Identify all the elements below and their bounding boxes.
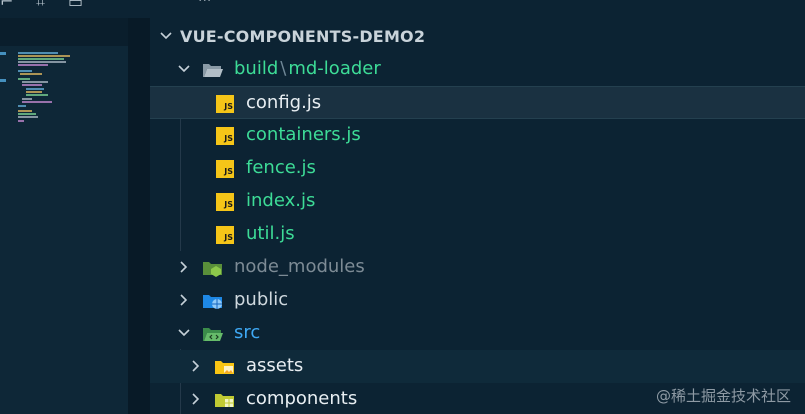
- minimap-code-line: [26, 88, 44, 90]
- toolbar-overflow-label: ···: [198, 0, 212, 9]
- minimap-code-line: [18, 110, 32, 112]
- tree-file-index-js[interactable]: JS index.js: [150, 185, 805, 218]
- folder-open-icon: [202, 60, 223, 80]
- file-label: fence.js: [246, 157, 316, 178]
- js-file-icon: JS: [216, 160, 234, 178]
- minimap-code-line: [18, 105, 26, 107]
- minimap-code-line: [18, 55, 70, 57]
- src-folder-icon: [202, 324, 223, 344]
- path-separator: \: [280, 58, 287, 79]
- chevron-down-icon[interactable]: [158, 28, 174, 44]
- minimap-gutter: [128, 18, 150, 414]
- panel-icon[interactable]: ▭: [68, 0, 83, 10]
- minimap-code-line: [22, 84, 42, 86]
- minimap-slider[interactable]: [0, 46, 128, 414]
- minimap-code-line: [18, 58, 64, 60]
- tree-file-util-js[interactable]: JS util.js: [150, 218, 805, 251]
- folder-label: node_modules: [234, 256, 365, 277]
- watermark: @稀土掘金技术社区: [655, 387, 791, 405]
- folder-label-md-loader: md-loader: [288, 58, 381, 79]
- tree-folder-node-modules[interactable]: node_modules: [150, 251, 805, 284]
- minimap-code-line: [18, 120, 24, 122]
- tree-file-containers-js[interactable]: JS containers.js: [150, 119, 805, 152]
- tree-label: build \ md-loader: [234, 58, 381, 80]
- minimap-marker: [0, 79, 6, 82]
- assets-folder-icon: [214, 357, 234, 377]
- minimap-code-line: [18, 78, 30, 80]
- minimap-code-line: [18, 61, 66, 63]
- chevron-down-icon[interactable]: [176, 325, 192, 341]
- title-toolbar: ⌐ ⌗ ▭ ···: [0, 0, 805, 18]
- chevron-right-icon[interactable]: [188, 391, 204, 407]
- folder-label: public: [234, 289, 289, 310]
- minimap-code-line: [18, 113, 36, 115]
- minimap-code-line: [20, 73, 42, 75]
- tree-file-fence-js[interactable]: JS fence.js: [150, 152, 805, 185]
- tree-folder-public[interactable]: public: [150, 284, 805, 317]
- file-label: config.js: [246, 92, 322, 113]
- minimap-code-line: [26, 91, 42, 93]
- folder-label: assets: [246, 355, 304, 376]
- node-folder-icon: [202, 258, 222, 278]
- tree-file-config-js[interactable]: JS config.js: [150, 86, 805, 119]
- minimap-code-line: [22, 81, 48, 83]
- minimap-code-line: [18, 64, 48, 66]
- minimap-code-line: [18, 70, 32, 72]
- js-file-icon: JS: [216, 127, 234, 145]
- js-file-icon: JS: [216, 193, 234, 211]
- components-folder-icon: [214, 390, 234, 410]
- chevron-right-icon[interactable]: [176, 259, 192, 275]
- tree-folder-assets[interactable]: assets: [150, 350, 805, 383]
- minimap-code-line: [22, 98, 32, 100]
- file-label: containers.js: [246, 124, 361, 145]
- js-file-icon: JS: [216, 226, 234, 244]
- minimap-code-line: [22, 101, 52, 103]
- js-file-icon: JS: [216, 95, 234, 113]
- folder-label: src: [234, 322, 261, 343]
- minimap-code-line: [26, 94, 48, 96]
- folder-label-build: build: [234, 58, 279, 79]
- chevron-right-icon[interactable]: [176, 292, 192, 308]
- tree-folder-build-md-loader[interactable]: build \ md-loader: [150, 53, 805, 86]
- vscode-window: ⌐ ⌗ ▭ ··· VUE-COMPONENTS-DEMO2 build \ md-…: [0, 0, 805, 414]
- minimap-marker: [0, 52, 6, 55]
- explorer-root-header[interactable]: VUE-COMPONENTS-DEMO2: [150, 20, 805, 52]
- minimap-code-line: [18, 52, 58, 54]
- collapse-icon[interactable]: ⌗: [36, 0, 45, 10]
- file-label: util.js: [246, 223, 295, 244]
- public-folder-icon: [202, 291, 222, 311]
- chevron-down-icon[interactable]: [176, 61, 192, 77]
- toolbar-icon-left[interactable]: ⌐: [0, 0, 13, 10]
- workspace-title: VUE-COMPONENTS-DEMO2: [180, 27, 426, 46]
- folder-label: components: [246, 388, 358, 409]
- file-label: index.js: [246, 190, 316, 211]
- tree-folder-src[interactable]: src: [150, 317, 805, 350]
- minimap-code-line: [18, 116, 38, 118]
- chevron-right-icon[interactable]: [188, 358, 204, 374]
